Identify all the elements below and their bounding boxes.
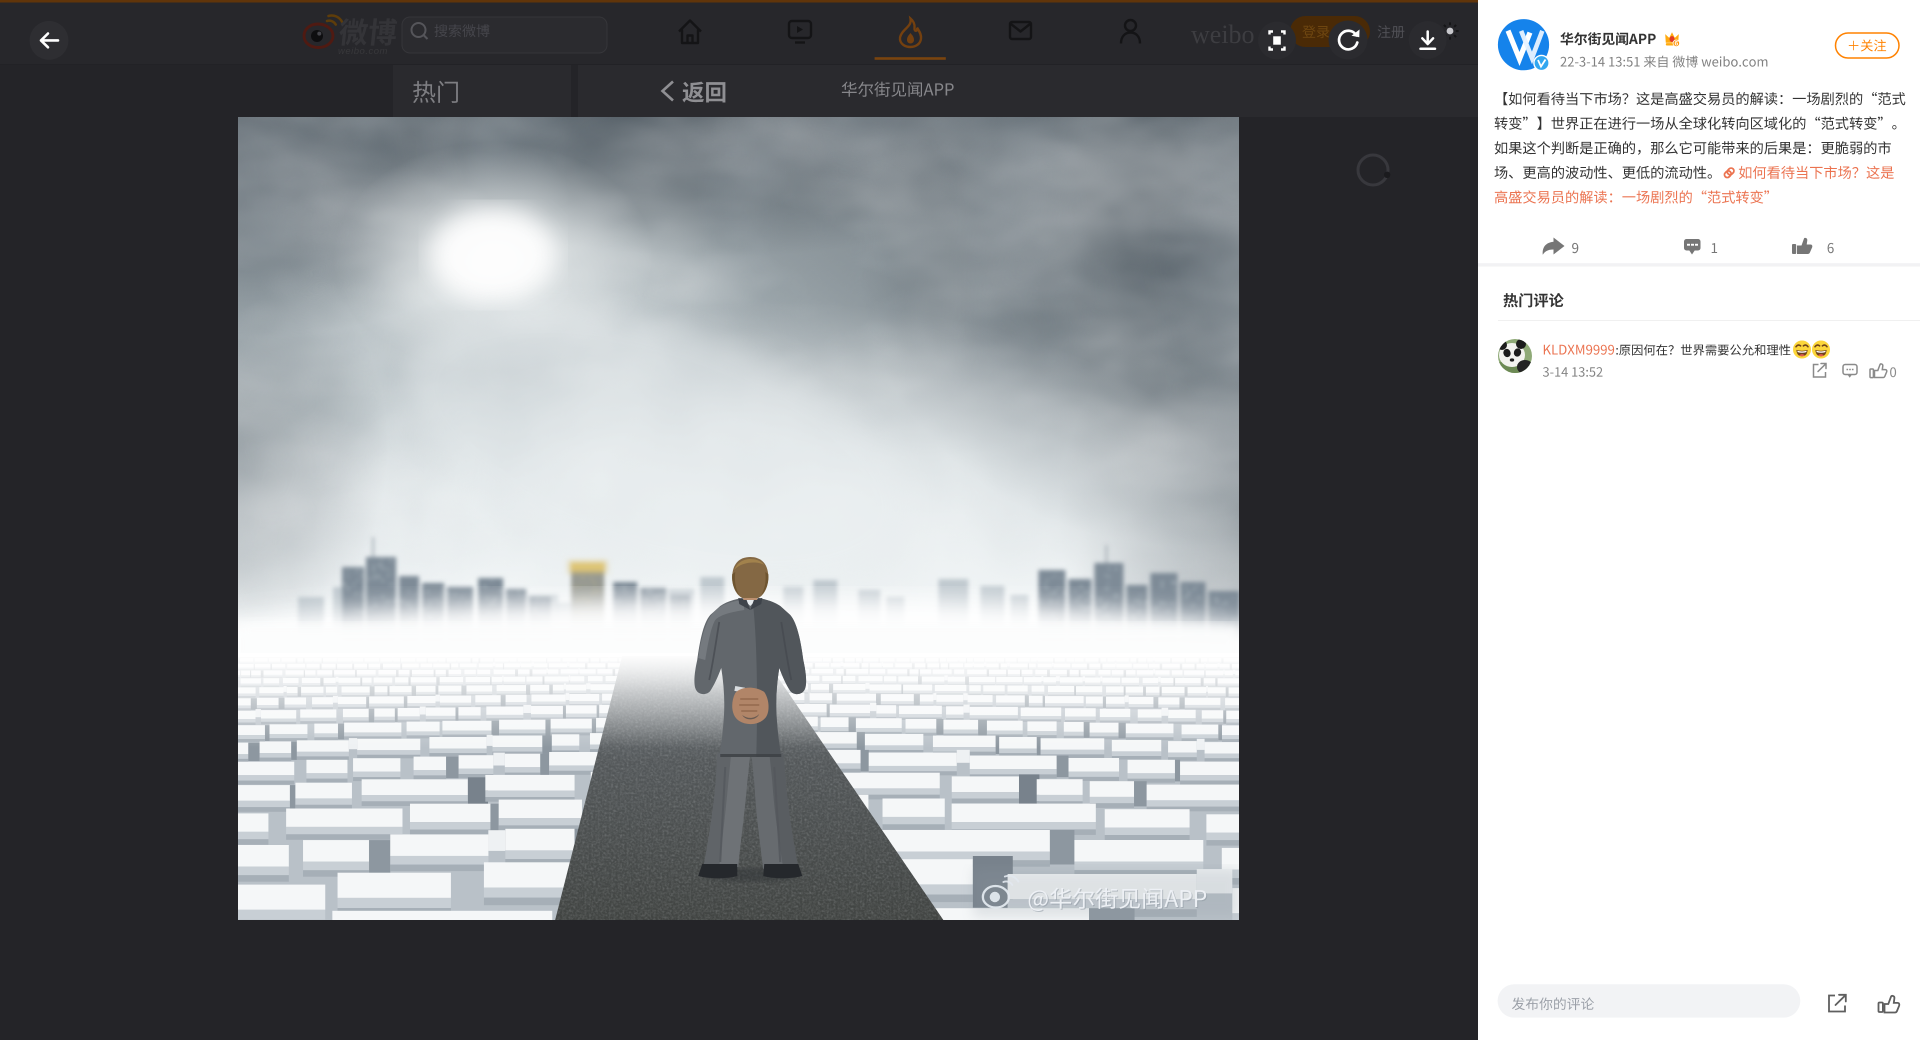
svg-text:weibo: weibo: [1191, 20, 1255, 49]
svg-text:6: 6: [1674, 41, 1678, 48]
svg-text:weibo.com: weibo.com: [338, 46, 388, 57]
